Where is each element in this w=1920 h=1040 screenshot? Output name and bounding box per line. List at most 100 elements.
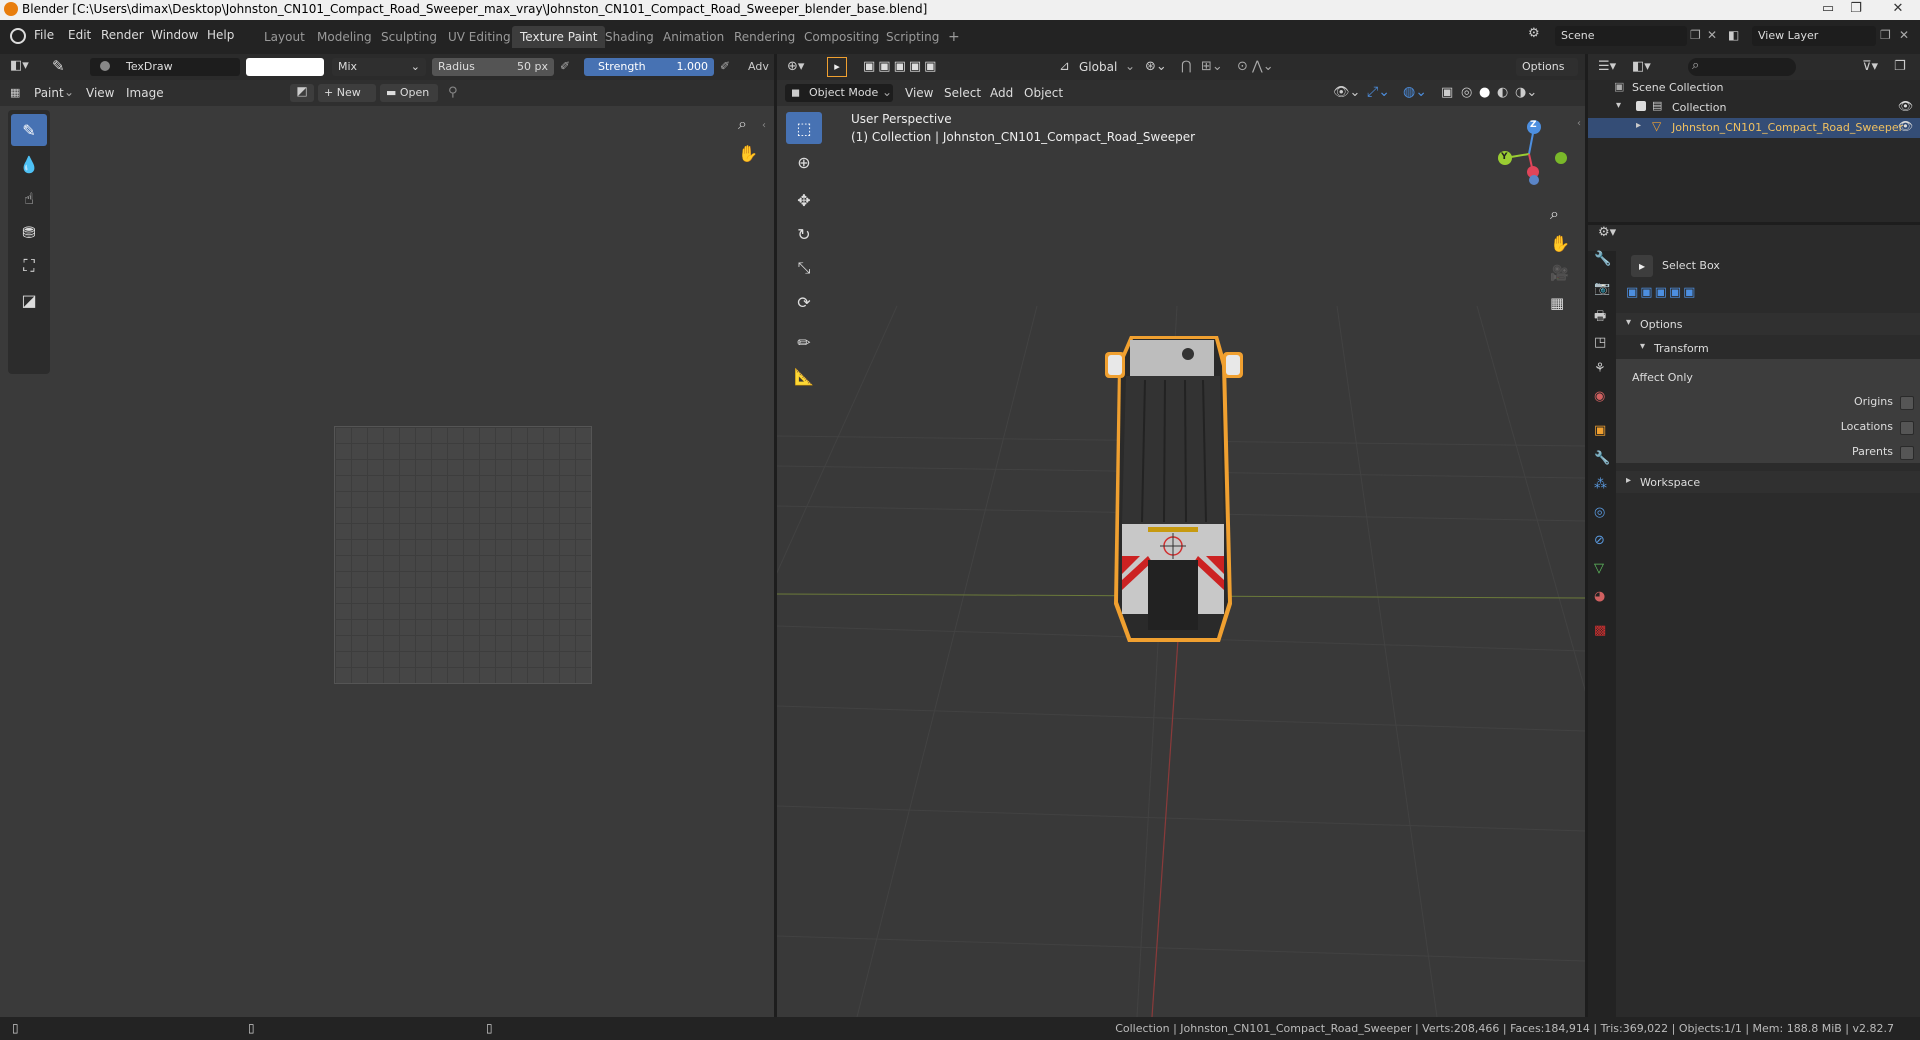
add-workspace-button[interactable]: +: [940, 26, 968, 48]
pan-hand-icon[interactable]: ✋: [1550, 234, 1570, 253]
view-layer-icon[interactable]: ◧: [1728, 28, 1739, 42]
menu-add[interactable]: Add: [990, 86, 1013, 100]
maximize-button[interactable]: ❐: [1842, 0, 1870, 20]
filter-icon[interactable]: ⊽▾: [1862, 59, 1878, 74]
menu-window[interactable]: Window: [151, 28, 198, 42]
tab-shading[interactable]: Shading: [597, 26, 662, 48]
solid-shading-icon[interactable]: ●: [1479, 85, 1490, 100]
sidebar-toggle-icon[interactable]: ‹: [762, 120, 766, 131]
editor-type-icon[interactable]: ◧▾: [10, 58, 38, 76]
output-tab-icon[interactable]: 🖶: [1594, 307, 1606, 329]
select-box-tool-icon[interactable]: ⬚: [786, 112, 822, 144]
menu-select[interactable]: Select: [944, 86, 981, 100]
draw-tool-icon[interactable]: ✎: [11, 114, 47, 146]
object-mode-dropdown[interactable]: Object Mode: [785, 84, 893, 102]
expand-arrow-icon[interactable]: ▸: [1626, 475, 1631, 486]
collection-visibility-icon[interactable]: 👁: [1898, 99, 1913, 113]
locations-checkbox[interactable]: [1900, 421, 1914, 435]
particles-tab-icon[interactable]: ⁂: [1594, 477, 1607, 492]
perspective-toggle-icon[interactable]: ▦: [1550, 294, 1564, 312]
gizmo-icon[interactable]: ⤢⌄: [1367, 84, 1390, 100]
view-layer-tab-icon[interactable]: ◳: [1594, 335, 1606, 350]
annotate-tool-icon[interactable]: ✏: [786, 326, 822, 358]
tab-animation[interactable]: Animation: [655, 26, 732, 48]
menu-object[interactable]: Object: [1024, 86, 1063, 100]
snap-target-icon[interactable]: ⊞⌄: [1201, 59, 1223, 74]
smear-tool-icon[interactable]: ☝: [11, 182, 47, 214]
close-button[interactable]: ✕: [1878, 0, 1918, 20]
texture-tab-icon[interactable]: ▩: [1594, 623, 1606, 638]
measure-tool-icon[interactable]: 📐: [786, 360, 822, 392]
advanced-panel-tab[interactable]: Adv: [748, 60, 769, 73]
tab-compositing[interactable]: Compositing: [796, 26, 887, 48]
expand-arrow-icon[interactable]: ▸: [1636, 120, 1641, 131]
xray-icon[interactable]: ▣: [1441, 85, 1453, 100]
delete-scene-icon[interactable]: ✕: [1707, 28, 1717, 42]
radius-pressure-icon[interactable]: ✐: [560, 59, 570, 73]
render-tab-icon[interactable]: 📷: [1594, 281, 1610, 296]
view-layer-selector[interactable]: View Layer: [1752, 26, 1876, 46]
blend-mode-dropdown[interactable]: Mix ⌄: [332, 58, 426, 76]
object-visibility-icon[interactable]: 👁: [1898, 119, 1913, 133]
tab-sculpting[interactable]: Sculpting: [373, 26, 445, 48]
expand-arrow-icon[interactable]: ▾: [1616, 100, 1621, 111]
proportional-edit-icon[interactable]: ⊙ ⋀⌄: [1237, 59, 1274, 74]
menu-view[interactable]: View: [86, 86, 114, 100]
outliner-search-input[interactable]: [1688, 58, 1796, 76]
minimize-button[interactable]: ▭: [1814, 0, 1842, 20]
world-tab-icon[interactable]: ◉: [1594, 389, 1605, 404]
tab-scripting[interactable]: Scripting: [878, 26, 947, 48]
rendered-shading-icon[interactable]: ◑⌄: [1515, 85, 1537, 100]
wireframe-shading-icon[interactable]: ◎: [1461, 85, 1472, 100]
transform-orientation-dropdown[interactable]: Global: [1079, 60, 1117, 74]
transform-tool-icon[interactable]: ⟳: [786, 286, 822, 318]
scene-selector[interactable]: Scene: [1555, 26, 1687, 46]
radius-field[interactable]: Radius 50 px: [432, 58, 554, 76]
scene-collection-label[interactable]: Scene Collection: [1632, 81, 1723, 94]
menu-help[interactable]: Help: [207, 28, 234, 42]
mask-tool-icon[interactable]: ◪: [11, 284, 47, 316]
strength-pressure-icon[interactable]: ✐: [720, 59, 730, 73]
road-sweeper-object[interactable]: [1100, 324, 1250, 654]
display-mode-icon[interactable]: ◧▾: [1632, 59, 1651, 74]
tab-layout[interactable]: Layout: [256, 26, 313, 48]
editor-type-icon[interactable]: ⚙▾: [1598, 225, 1616, 240]
physics-tab-icon[interactable]: ◎: [1594, 505, 1605, 520]
tab-rendering[interactable]: Rendering: [726, 26, 803, 48]
object-tab-icon[interactable]: ▣: [1594, 423, 1606, 438]
new-scene-icon[interactable]: ❐: [1690, 28, 1701, 42]
sidebar-toggle-icon[interactable]: ‹: [1577, 118, 1581, 129]
origins-checkbox[interactable]: [1900, 396, 1914, 410]
collection-checkbox[interactable]: [1636, 101, 1646, 111]
modifier-tab-icon[interactable]: 🔧: [1594, 451, 1610, 466]
object-label[interactable]: Johnston_CN101_Compact_Road_Sweeper: [1672, 121, 1903, 134]
constraints-tab-icon[interactable]: ⊘: [1594, 533, 1605, 548]
paint-mode-dropdown[interactable]: Paint: [34, 86, 64, 100]
pivot-point-icon[interactable]: ⊛⌄: [1145, 59, 1167, 74]
tab-modeling[interactable]: Modeling: [309, 26, 380, 48]
tool-tab-icon[interactable]: 🔧: [1594, 251, 1611, 267]
collection-label[interactable]: Collection: [1672, 101, 1726, 114]
new-view-layer-icon[interactable]: ❐: [1880, 28, 1891, 42]
menu-image[interactable]: Image: [126, 86, 164, 100]
scene-tab-icon[interactable]: ⚘: [1594, 361, 1606, 376]
scene-icon[interactable]: ⚙: [1528, 26, 1550, 46]
image-browse-icon[interactable]: ◩: [290, 84, 314, 102]
select-tool-icon[interactable]: ▸: [827, 57, 847, 77]
menu-edit[interactable]: Edit: [68, 28, 91, 42]
expand-arrow-icon[interactable]: ▾: [1626, 317, 1631, 328]
image-canvas-grid[interactable]: [334, 426, 592, 684]
clone-tool-icon[interactable]: ⛃: [11, 216, 47, 248]
tab-texture-paint[interactable]: Texture Paint: [512, 26, 606, 48]
move-tool-icon[interactable]: ✥: [786, 184, 822, 216]
workspace-panel-title[interactable]: Workspace: [1640, 476, 1700, 489]
material-tab-icon[interactable]: ◕: [1594, 589, 1605, 604]
menu-file[interactable]: File: [34, 28, 54, 42]
zoom-icon[interactable]: ⌕: [738, 114, 747, 134]
expand-arrow-icon[interactable]: ▾: [1640, 341, 1645, 352]
pin-icon[interactable]: ⚲: [448, 85, 458, 100]
select-mode-icons[interactable]: ▣▣▣▣▣: [1626, 285, 1697, 300]
transform-subpanel-title[interactable]: Transform: [1654, 342, 1709, 355]
selection-mode-icons[interactable]: ▣▣▣▣▣: [863, 59, 939, 74]
snap-icon[interactable]: ⋂: [1181, 59, 1192, 74]
